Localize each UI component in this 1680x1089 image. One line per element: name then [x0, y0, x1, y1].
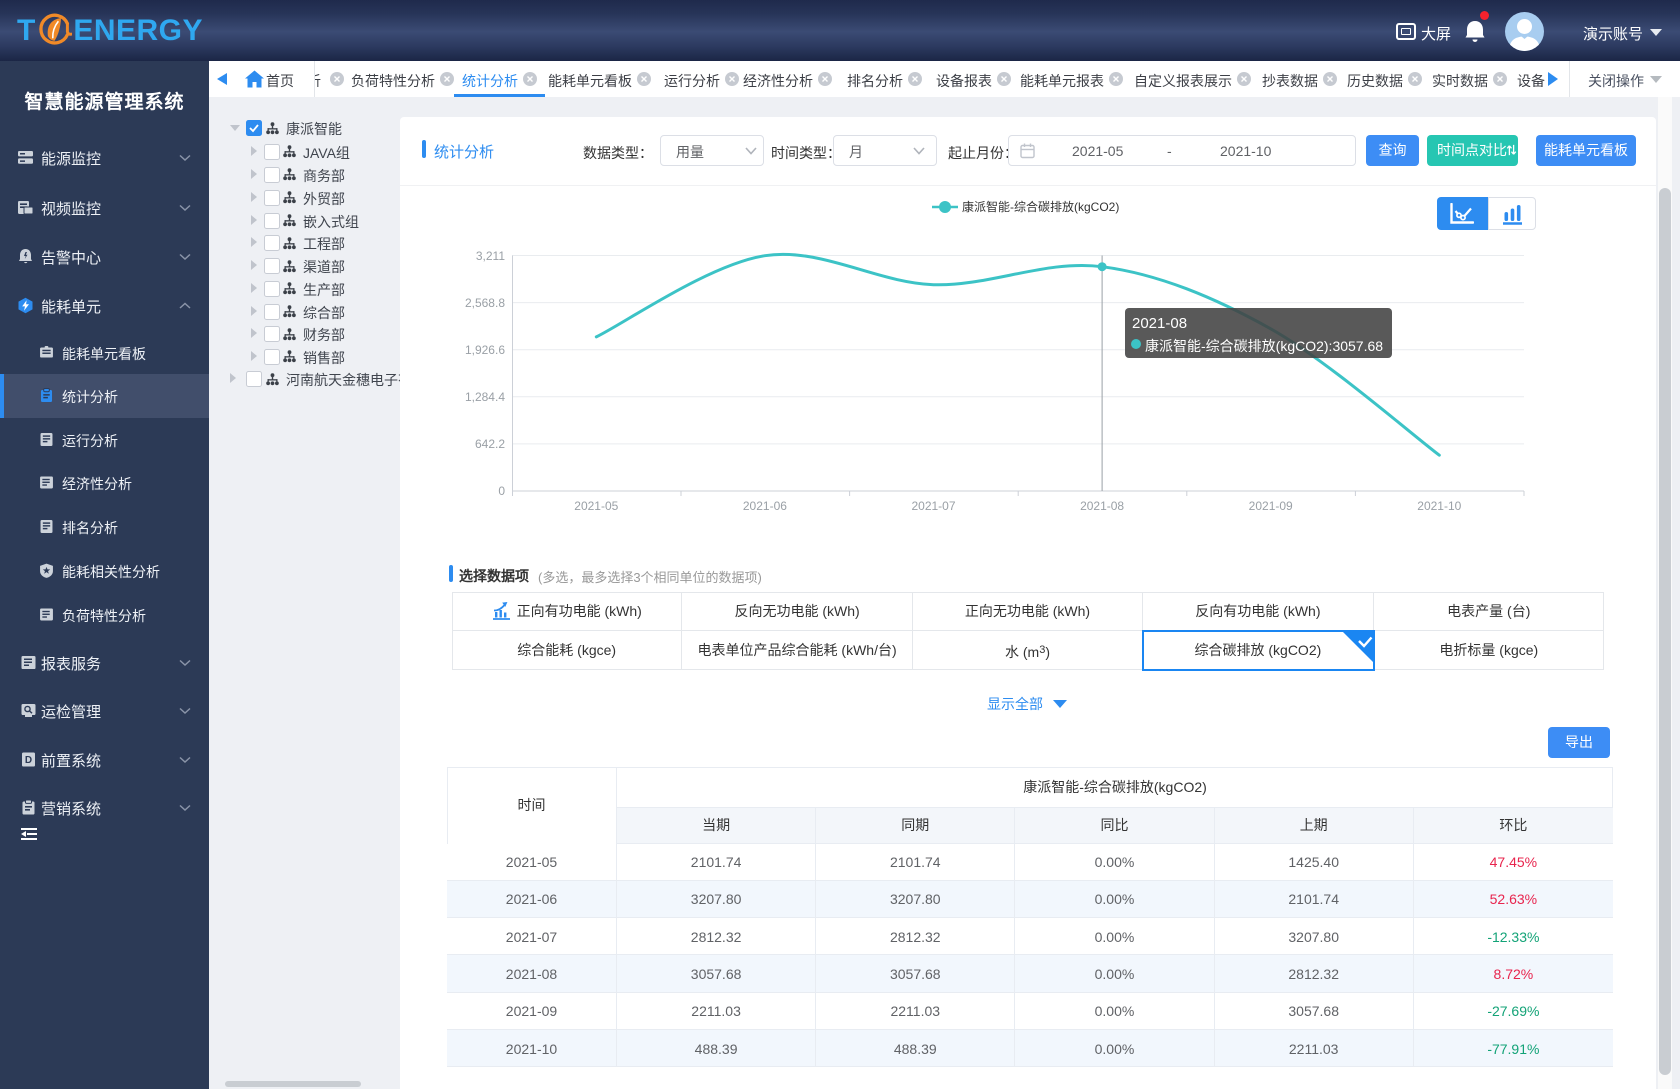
svg-text:2021-06: 2021-06 [743, 499, 787, 513]
svg-text:2021-10: 2021-10 [1417, 499, 1461, 513]
svg-text:2021-05: 2021-05 [574, 499, 618, 513]
svg-text:D: D [25, 755, 32, 766]
svg-text:2021-08: 2021-08 [1080, 499, 1124, 513]
svg-text:2021-07: 2021-07 [911, 499, 955, 513]
svg-text:2021-09: 2021-09 [1249, 499, 1293, 513]
svg-text:1,926.6: 1,926.6 [465, 343, 505, 357]
svg-text:642.2: 642.2 [475, 437, 505, 451]
svg-text:1,284.4: 1,284.4 [465, 390, 505, 404]
svg-text:3,211: 3,211 [476, 249, 505, 263]
svg-text:2,568.8: 2,568.8 [465, 296, 505, 310]
svg-text:0: 0 [498, 484, 505, 498]
